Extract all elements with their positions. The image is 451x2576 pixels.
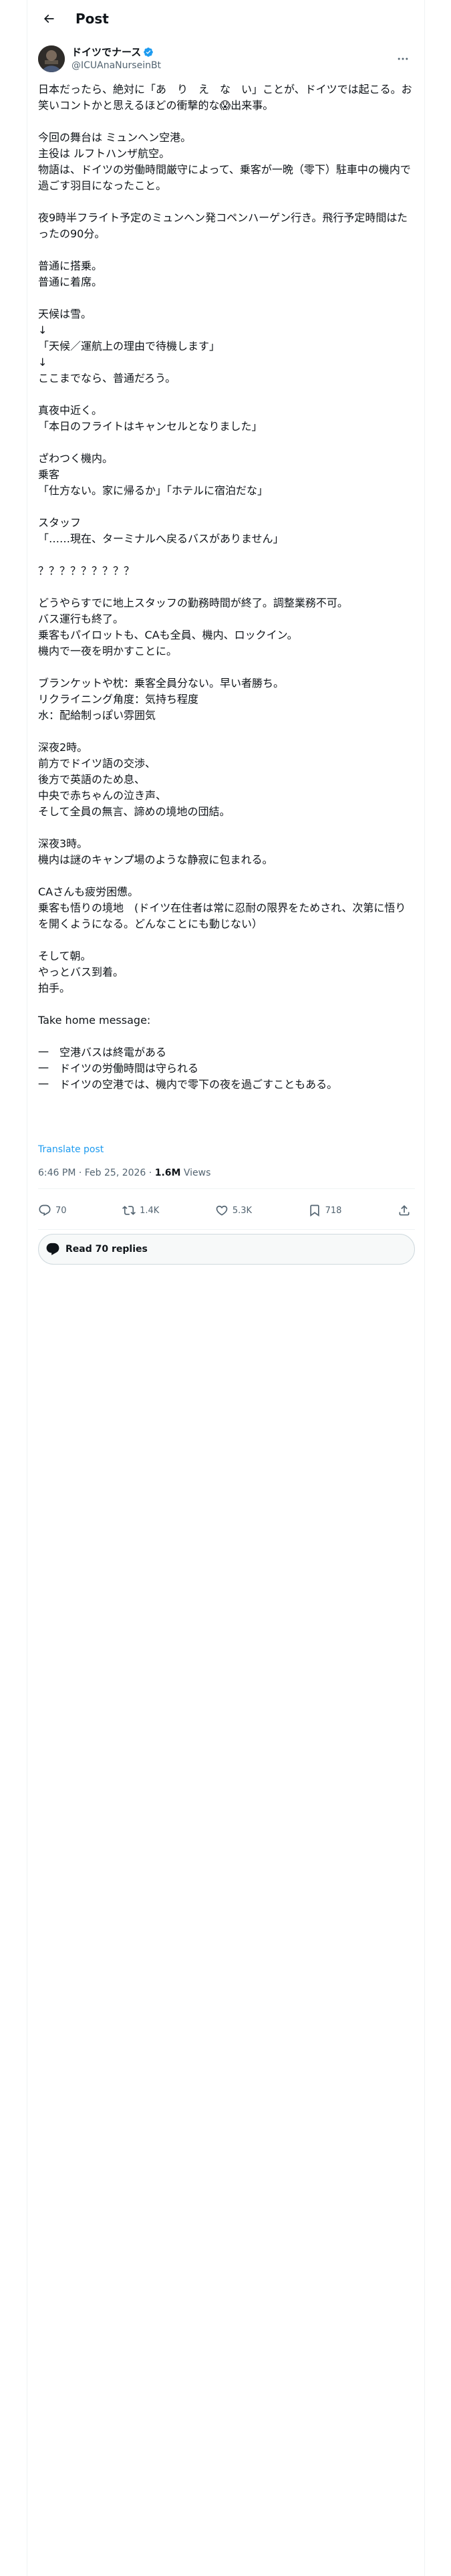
share-button[interactable] [398,1204,415,1217]
read-replies-button[interactable]: Read 70 replies [38,1234,415,1265]
reply-icon [39,1204,51,1216]
author-name[interactable]: ドイツでナース [71,45,141,59]
back-button[interactable] [37,7,61,31]
bookmark-count: 718 [325,1205,342,1216]
heart-icon [216,1205,228,1216]
divider [38,1188,415,1189]
views-count: 1.6M [154,1168,181,1178]
avatar[interactable] [38,45,65,72]
repost-icon [122,1206,136,1215]
action-bar: 70 1.4K 5.3K 718 [38,1196,415,1225]
main-column: Post ドイツでナース @ICUAnaNurseinBt 日本だったら、絶対に… [27,0,425,2576]
tweet-text: 日本だったら、絶対に「あ り え な い」ことが、ドイツでは起こる。お笑いコント… [38,83,412,1091]
more-options-button[interactable] [395,51,411,67]
share-icon [399,1205,410,1216]
author-row: ドイツでナース @ICUAnaNurseinBt [38,44,415,74]
author-handle[interactable]: @ICUAnaNurseinBt [71,59,161,72]
divider [38,1229,415,1230]
repost-button[interactable]: 1.4K [122,1204,159,1217]
page-title: Post [76,11,109,27]
reply-bubble-icon [46,1243,59,1255]
repost-count: 1.4K [140,1205,160,1216]
like-count: 5.3K [232,1205,253,1216]
like-button[interactable]: 5.3K [215,1204,252,1217]
tweet-meta: 6:46 PM · Feb 25, 2026 · 1.6M Views [38,1168,210,1178]
more-dots-icon [398,58,408,60]
avatar-image [38,45,65,72]
arrow-left-icon [43,14,54,23]
top-bar: Post [27,0,426,37]
bookmark-button[interactable]: 718 [308,1204,342,1217]
read-replies-label: Read 70 replies [65,1244,148,1255]
reply-count: 70 [55,1205,67,1216]
author-names: ドイツでナース @ICUAnaNurseinBt [71,45,161,72]
bookmark-icon [309,1204,319,1217]
timestamp[interactable]: 6:46 PM · Feb 25, 2026 · [38,1168,155,1178]
verified-badge-icon [144,47,154,57]
reply-button[interactable]: 70 [38,1204,67,1217]
views-label: Views [180,1168,211,1178]
translate-post-link[interactable]: Translate post [38,1144,104,1155]
